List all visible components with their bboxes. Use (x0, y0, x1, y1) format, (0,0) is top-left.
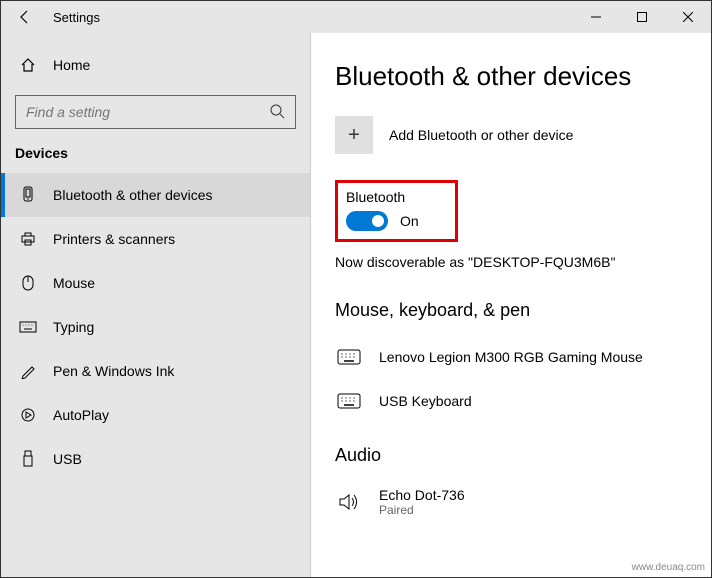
sidebar-item-pen[interactable]: Pen & Windows Ink (1, 349, 310, 393)
device-name: Lenovo Legion M300 RGB Gaming Mouse (379, 349, 643, 365)
speaker-icon (335, 492, 363, 512)
home-label: Home (53, 57, 90, 73)
sidebar-item-printers[interactable]: Printers & scanners (1, 217, 310, 261)
back-button[interactable] (1, 1, 49, 33)
sidebar: Home Devices Bluetooth & other devices P… (1, 33, 311, 577)
watermark: www.deuaq.com (632, 562, 705, 573)
bluetooth-icon (19, 186, 37, 204)
toggle-knob (372, 215, 384, 227)
add-device-label: Add Bluetooth or other device (389, 127, 573, 143)
bluetooth-label: Bluetooth (346, 189, 419, 205)
sidebar-item-label: AutoPlay (53, 407, 109, 423)
autoplay-icon (19, 407, 37, 423)
device-status: Paired (379, 503, 465, 517)
discoverable-text: Now discoverable as "DESKTOP-FQU3M6B" (335, 254, 687, 270)
search-input[interactable] (26, 104, 269, 120)
sidebar-item-label: Pen & Windows Ink (53, 363, 174, 379)
close-button[interactable] (665, 1, 711, 33)
printer-icon (19, 231, 37, 247)
bluetooth-toggle[interactable] (346, 211, 388, 231)
sidebar-item-typing[interactable]: Typing (1, 305, 310, 349)
sidebar-item-label: USB (53, 451, 82, 467)
search-icon (269, 103, 285, 122)
page-heading: Bluetooth & other devices (335, 61, 687, 92)
device-row[interactable]: Echo Dot-736 Paired (335, 480, 687, 524)
maximize-button[interactable] (619, 1, 665, 33)
device-name: Echo Dot-736 (379, 487, 465, 503)
usb-icon (19, 450, 37, 468)
sidebar-item-label: Mouse (53, 275, 95, 291)
search-box[interactable] (15, 95, 296, 129)
keyboard-device-icon (335, 393, 363, 409)
section-heading-audio: Audio (335, 445, 687, 466)
sidebar-item-label: Typing (53, 319, 94, 335)
home-icon (19, 57, 37, 73)
home-nav[interactable]: Home (1, 43, 310, 87)
sidebar-item-bluetooth[interactable]: Bluetooth & other devices (1, 173, 310, 217)
device-name: USB Keyboard (379, 393, 472, 409)
sidebar-item-autoplay[interactable]: AutoPlay (1, 393, 310, 437)
sidebar-item-label: Printers & scanners (53, 231, 175, 247)
sidebar-item-mouse[interactable]: Mouse (1, 261, 310, 305)
bluetooth-highlight-box: Bluetooth On (335, 180, 458, 242)
window-title: Settings (49, 10, 100, 25)
keyboard-device-icon (335, 349, 363, 365)
titlebar: Settings (1, 1, 711, 33)
keyboard-icon (19, 321, 37, 333)
pen-icon (19, 363, 37, 379)
mouse-icon (19, 274, 37, 292)
sidebar-group-title: Devices (1, 145, 310, 173)
bluetooth-state: On (400, 213, 419, 229)
device-row[interactable]: USB Keyboard (335, 379, 687, 423)
section-heading-mkp: Mouse, keyboard, & pen (335, 300, 687, 321)
device-row[interactable]: Lenovo Legion M300 RGB Gaming Mouse (335, 335, 687, 379)
sidebar-item-usb[interactable]: USB (1, 437, 310, 481)
add-device-button[interactable]: + Add Bluetooth or other device (335, 116, 687, 154)
plus-icon: + (335, 116, 373, 154)
main-content: Bluetooth & other devices + Add Bluetoot… (311, 33, 711, 577)
minimize-button[interactable] (573, 1, 619, 33)
sidebar-item-label: Bluetooth & other devices (53, 187, 213, 203)
